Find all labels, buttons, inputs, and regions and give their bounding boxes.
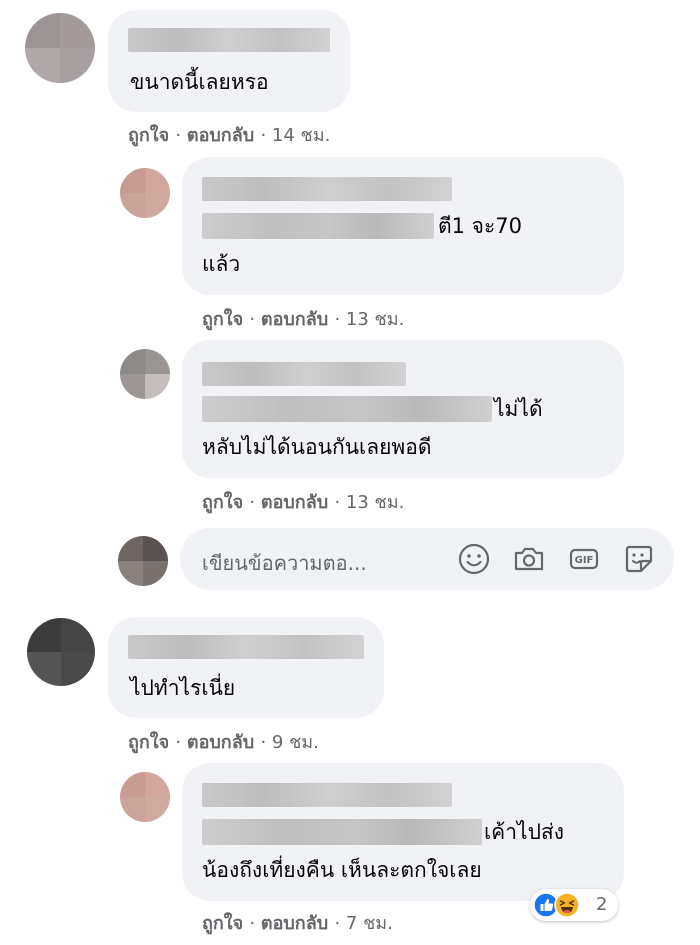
comment-text: ขนาดนี้เลยหรอ (130, 70, 269, 94)
separator: · (334, 913, 346, 934)
comment-bubble: เค้าไปส่ง น้องถึงเที่ยงคืน เห็นละตกใจเลย (182, 763, 624, 901)
comment-text: แล้ว (202, 252, 241, 276)
comment-text: ตี1 จะ70 (438, 214, 522, 238)
avatar[interactable] (120, 349, 170, 399)
reply-link[interactable]: ตอบกลับ (261, 309, 328, 330)
comment-bubble: ไปทำไรเนี่ย (108, 617, 384, 718)
reply-link[interactable]: ตอบกลับ (261, 492, 328, 513)
haha-icon (554, 892, 580, 918)
gif-icon-label: GIF (575, 555, 594, 566)
reply-input-placeholder: เขียนข้อความตอ... (202, 551, 367, 575)
separator: · (334, 309, 346, 330)
timestamp[interactable]: 9 ชม. (272, 732, 319, 753)
separator: · (260, 732, 272, 753)
like-link[interactable]: ถูกใจ (202, 309, 243, 330)
like-link[interactable]: ถูกใจ (128, 125, 169, 146)
avatar[interactable] (25, 13, 95, 83)
comment-text-blurred (202, 819, 482, 845)
comment-bubble: ตี1 จะ70 แล้ว (182, 157, 624, 295)
comment-text-blurred (202, 213, 434, 239)
timestamp[interactable]: 7 ชม. (346, 913, 393, 934)
author-name-blurred[interactable] (128, 635, 364, 659)
separator: · (249, 309, 261, 330)
timestamp[interactable]: 13 ชม. (346, 492, 404, 513)
separator: · (175, 125, 187, 146)
comment-text: หลับไม่ได้นอนกันเลยพอดี (202, 435, 432, 459)
author-name-blurred[interactable] (202, 362, 406, 386)
reaction-count: 2 (596, 894, 608, 915)
separator: · (249, 913, 261, 934)
avatar[interactable] (27, 618, 95, 686)
avatar[interactable] (120, 168, 170, 218)
current-user-avatar[interactable] (118, 536, 168, 586)
separator: · (175, 732, 187, 753)
camera-icon[interactable] (511, 541, 547, 577)
comment-text: เค้าไปส่ง (484, 820, 564, 844)
reaction-summary[interactable]: 2 (530, 889, 618, 921)
sticker-icon[interactable] (621, 541, 657, 577)
comment-text-blurred (202, 396, 492, 422)
comment-bubble: ไม่ได้ หลับไม่ได้นอนกันเลยพอดี (182, 340, 624, 478)
reply-link[interactable]: ตอบกลับ (187, 125, 254, 146)
separator: · (260, 125, 272, 146)
comment-actions: ถูกใจ · ตอบกลับ · 13 ชม. (202, 487, 404, 516)
separator: · (249, 492, 261, 513)
emoji-icon[interactable] (456, 541, 492, 577)
comment-actions: ถูกใจ · ตอบกลับ · 13 ชม. (202, 304, 404, 333)
timestamp[interactable]: 14 ชม. (272, 125, 330, 146)
like-link[interactable]: ถูกใจ (128, 732, 169, 753)
comment-actions: ถูกใจ · ตอบกลับ · 7 ชม. (202, 908, 393, 937)
reply-link[interactable]: ตอบกลับ (261, 913, 328, 934)
reply-input[interactable]: เขียนข้อความตอ... GIF (180, 528, 674, 590)
comment-text: ไปทำไรเนี่ย (130, 676, 236, 700)
comment-actions: ถูกใจ · ตอบกลับ · 14 ชม. (128, 120, 330, 149)
comment-actions: ถูกใจ · ตอบกลับ · 9 ชม. (128, 727, 319, 756)
comment-text: ไม่ได้ (494, 397, 543, 421)
comment-thread: ขนาดนี้เลยหรอ ถูกใจ · ตอบกลับ · 14 ชม. ต… (0, 0, 700, 945)
author-name-blurred[interactable] (202, 783, 452, 807)
author-name-blurred[interactable] (128, 28, 330, 52)
like-link[interactable]: ถูกใจ (202, 913, 243, 934)
avatar[interactable] (120, 772, 170, 822)
author-name-blurred[interactable] (202, 177, 452, 201)
timestamp[interactable]: 13 ชม. (346, 309, 404, 330)
separator: · (334, 492, 346, 513)
reply-link[interactable]: ตอบกลับ (187, 732, 254, 753)
gif-icon[interactable]: GIF (566, 541, 602, 577)
like-link[interactable]: ถูกใจ (202, 492, 243, 513)
comment-bubble: ขนาดนี้เลยหรอ (108, 10, 350, 112)
comment-text: น้องถึงเที่ยงคืน เห็นละตกใจเลย (202, 858, 482, 882)
